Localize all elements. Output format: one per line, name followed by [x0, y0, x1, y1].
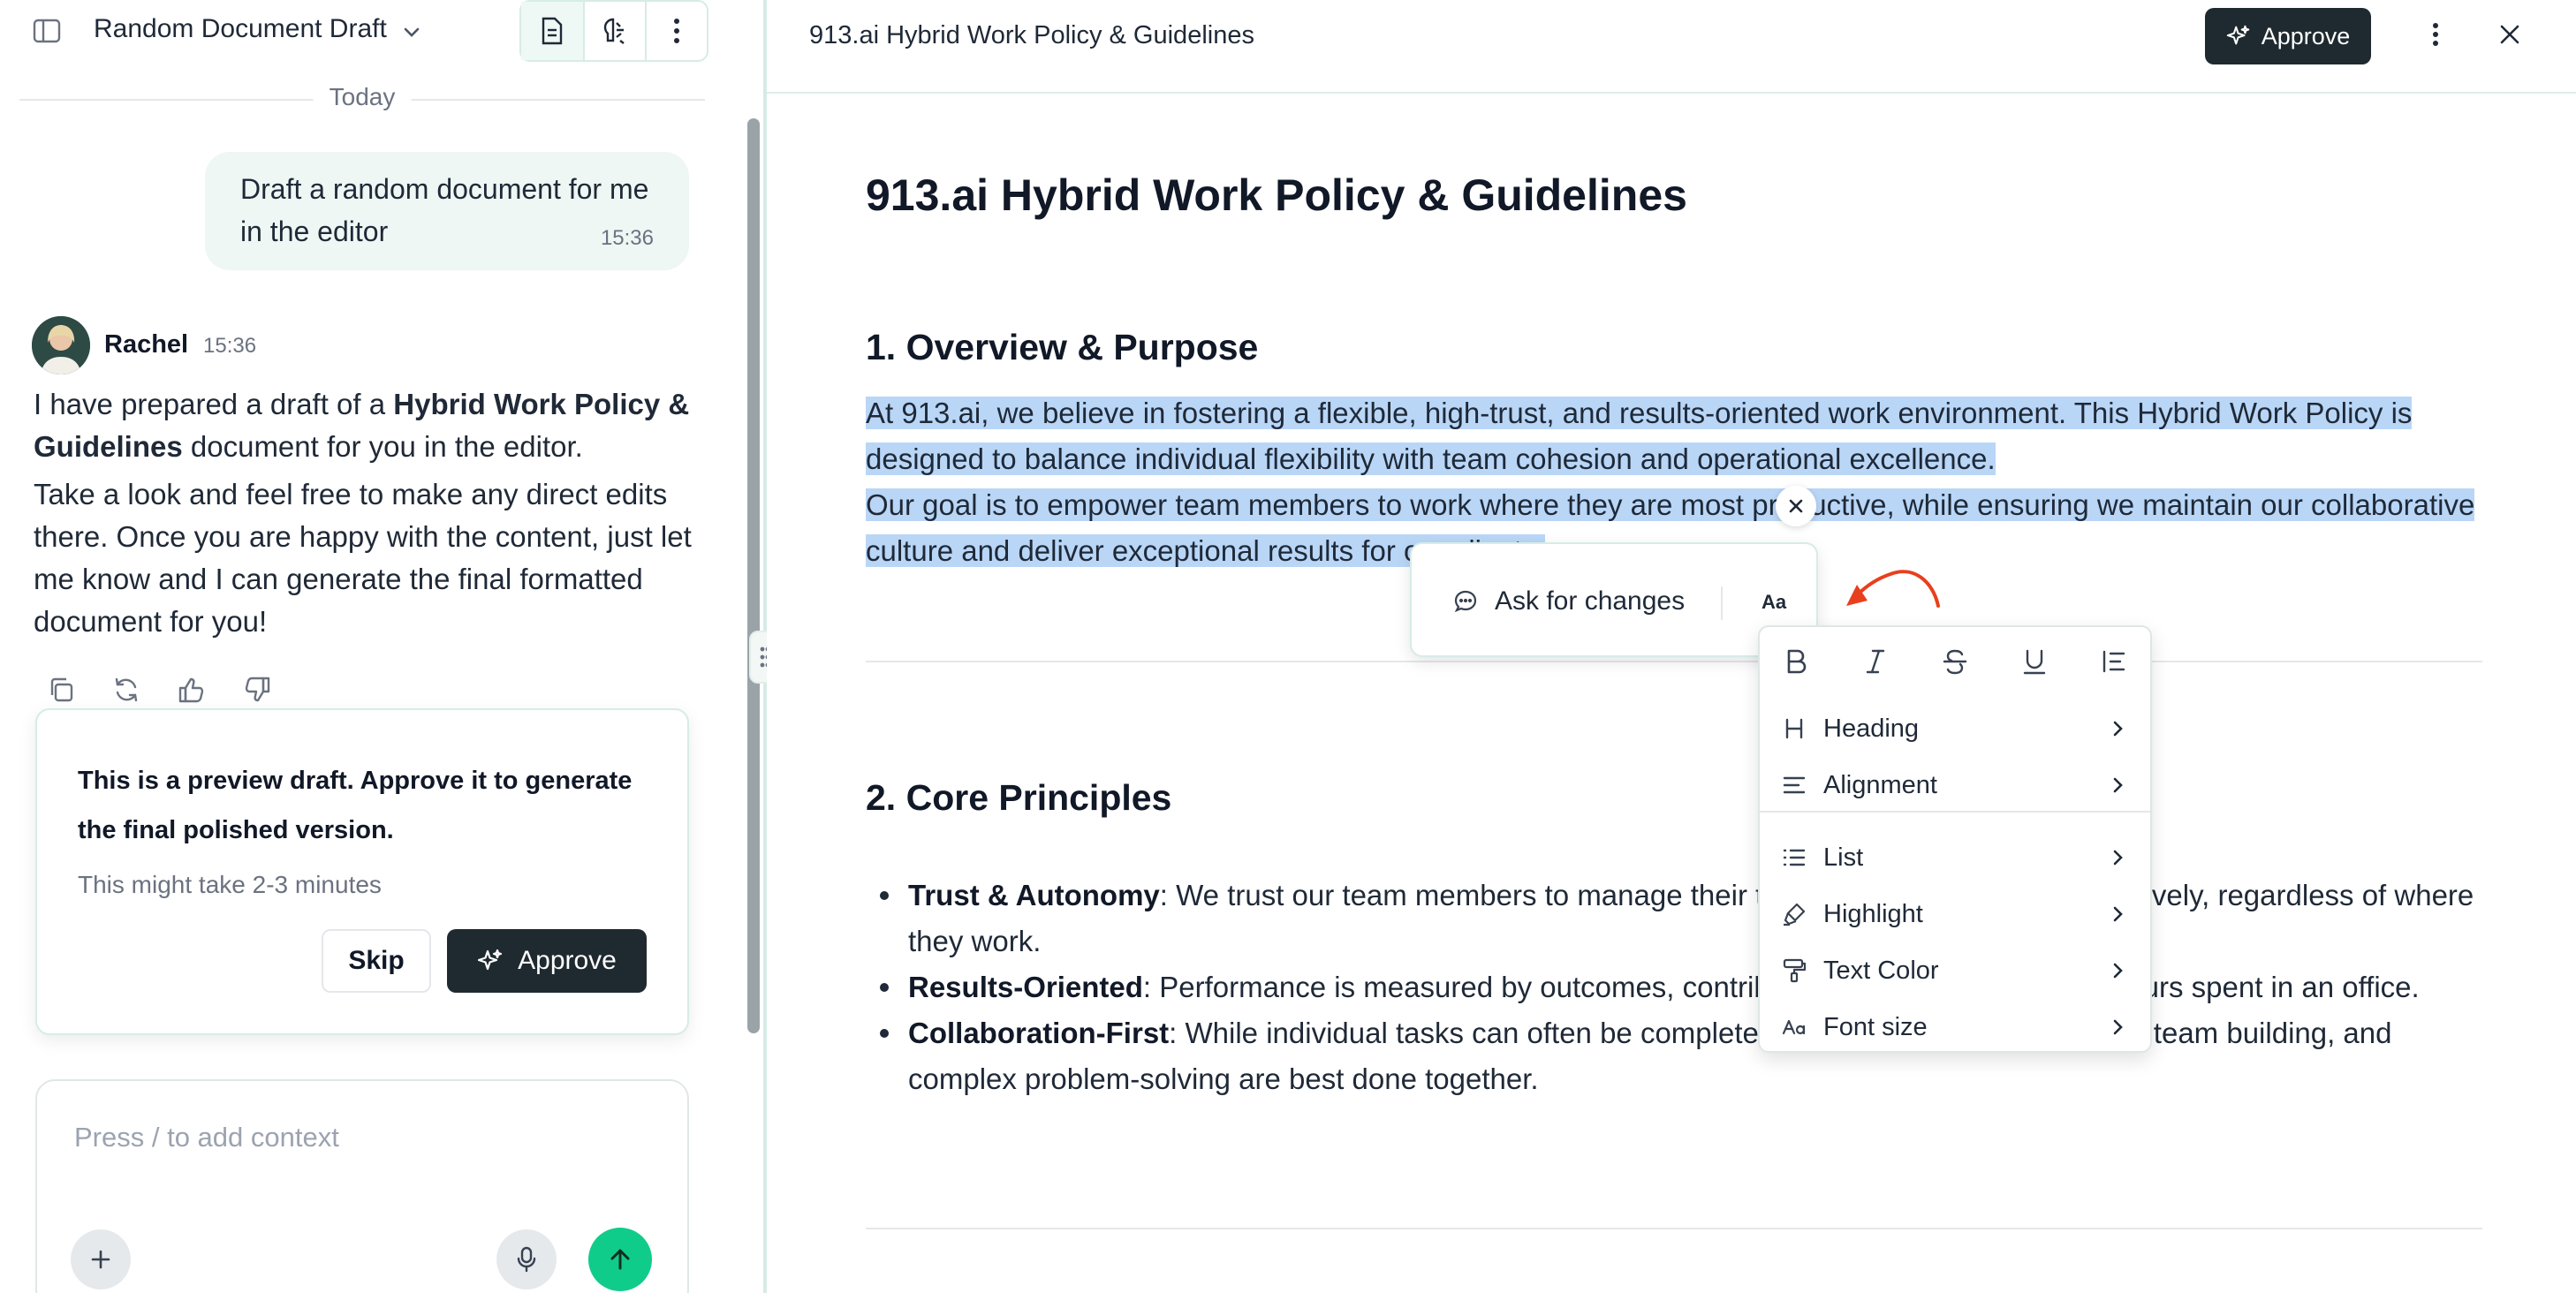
chat-header: Random Document Draft [0, 0, 763, 62]
menu-item-highlight[interactable]: Highlight [1760, 887, 2150, 941]
microphone-icon[interactable] [496, 1229, 557, 1289]
view-toolbar [519, 0, 708, 62]
chevron-down-icon[interactable] [399, 19, 424, 44]
menu-item-heading[interactable]: Heading [1760, 701, 2150, 756]
user-message-time: 15:36 [600, 226, 654, 250]
underline-icon[interactable] [2019, 646, 2049, 677]
more-options-icon[interactable] [645, 2, 707, 60]
skip-button[interactable]: Skip [322, 929, 431, 993]
close-icon[interactable] [2495, 19, 2525, 49]
chat-panel: Random Document Draft Today Draft a rand… [0, 0, 763, 1293]
thumbs-up-icon[interactable] [177, 675, 207, 705]
assistant-name: Rachel [104, 330, 189, 359]
composer-placeholder[interactable]: Press / to add context [74, 1122, 339, 1153]
brain-icon[interactable] [583, 2, 645, 60]
avatar [32, 316, 90, 374]
header-approve-button[interactable]: Approve [2205, 8, 2371, 64]
date-separator: Today [19, 81, 705, 117]
align-left-icon [1781, 772, 1807, 798]
send-button[interactable] [588, 1228, 652, 1291]
approve-button[interactable]: Approve [447, 929, 647, 993]
format-menu: Heading Alignment List Highlight Text Co… [1758, 625, 2152, 1053]
editor-title: 913.ai Hybrid Work Policy & Guidelines [809, 21, 1254, 49]
copy-icon[interactable] [46, 675, 76, 705]
thumbs-down-icon[interactable] [242, 675, 272, 705]
italic-icon[interactable] [1860, 646, 1890, 677]
chevron-right-icon [2106, 1016, 2129, 1039]
highlighter-icon [1781, 901, 1807, 927]
chat-bubble-icon [1452, 588, 1479, 615]
sparkle-icon [2226, 24, 2251, 49]
toolbar-separator [1721, 586, 1723, 620]
sidebar-toggle-icon[interactable] [32, 18, 62, 44]
ask-for-changes-button[interactable]: Ask for changes [1452, 586, 1685, 616]
format-style-row [1781, 646, 2129, 677]
text-format-button[interactable]: Aa [1754, 583, 1793, 622]
more-options-icon[interactable] [2421, 19, 2451, 49]
assistant-time: 15:36 [203, 334, 257, 358]
menu-item-text-color[interactable]: Text Color [1760, 943, 2150, 998]
preview-card-title: This is a preview draft. Approve it to g… [78, 767, 633, 844]
annotation-arrow-icon [1846, 570, 1940, 608]
document-title[interactable]: 913.ai Hybrid Work Policy & Guidelines [866, 170, 1687, 221]
paint-roller-icon [1781, 957, 1807, 984]
menu-item-font-size[interactable]: Font size [1760, 1000, 2150, 1055]
message-actions [46, 675, 272, 705]
bold-icon[interactable] [1781, 646, 1811, 677]
chevron-right-icon [2106, 903, 2129, 926]
list-item[interactable]: Trust & Autonomy: We trust our team memb… [880, 873, 2482, 964]
chevron-right-icon [2106, 717, 2129, 740]
document-view-button[interactable] [521, 2, 583, 60]
regenerate-icon[interactable] [111, 675, 141, 705]
strikethrough-icon[interactable] [1940, 646, 1970, 677]
list-item[interactable]: Results-Oriented: Performance is measure… [880, 964, 2482, 1010]
user-message: Draft a random document for me in the ed… [205, 152, 689, 270]
editor-header: 913.ai Hybrid Work Policy & Guidelines A… [767, 0, 2576, 94]
selection-toolbar: Ask for changes Aa [1410, 542, 1818, 657]
list-item[interactable]: Collaboration-First: While individual ta… [880, 1010, 2482, 1102]
add-context-button[interactable] [71, 1229, 131, 1289]
menu-divider [1760, 811, 2150, 813]
close-icon[interactable] [1776, 486, 1816, 526]
message-composer[interactable]: Press / to add context [35, 1079, 689, 1293]
preview-card-subtitle: This might take 2-3 minutes [78, 871, 382, 898]
chevron-right-icon [2106, 959, 2129, 982]
menu-item-alignment[interactable]: Alignment [1760, 758, 2150, 813]
user-message-text: Draft a random document for me in the ed… [240, 173, 649, 247]
menu-item-list[interactable]: List [1760, 830, 2150, 885]
section-heading[interactable]: 2. Core Principles [866, 777, 1171, 819]
heading-icon [1781, 715, 1807, 742]
preview-draft-card: This is a preview draft. Approve it to g… [35, 708, 689, 1035]
chevron-right-icon [2106, 846, 2129, 869]
doc-title[interactable]: Random Document Draft [94, 14, 387, 44]
blockquote-icon[interactable] [2099, 646, 2129, 677]
divider [866, 1228, 2482, 1229]
divider [866, 661, 2482, 662]
assistant-message: I have prepared a draft of a Hybrid Work… [34, 388, 692, 638]
chat-scrollbar[interactable] [747, 118, 760, 1033]
chevron-right-icon [2106, 774, 2129, 797]
font-size-icon [1781, 1014, 1807, 1040]
section-heading[interactable]: 1. Overview & Purpose [866, 327, 1258, 368]
list-icon [1781, 844, 1807, 871]
principles-list[interactable]: Trust & Autonomy: We trust our team memb… [880, 873, 2482, 1102]
sparkle-icon [477, 948, 504, 974]
